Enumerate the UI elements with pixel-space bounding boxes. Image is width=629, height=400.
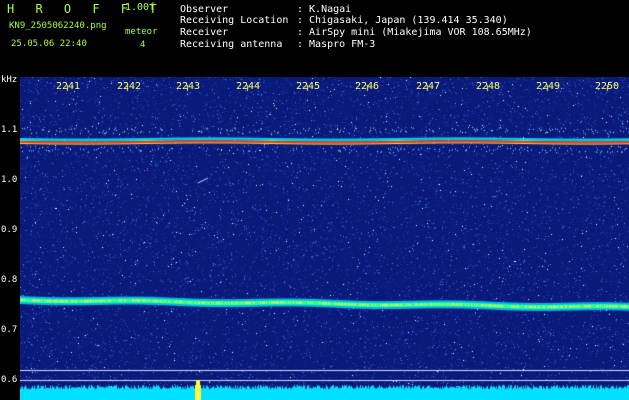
receiver-label: Receiver: [180, 27, 229, 38]
x-tick-label: 2249: [536, 81, 561, 92]
observation-datetime: 25.05.06 22:40: [11, 39, 87, 49]
location-label: Receiving Location: [180, 15, 289, 26]
y-tick-label: 1.0: [1, 175, 18, 185]
y-tick-label: 0.9: [1, 225, 18, 235]
x-tick-label: 2243: [176, 81, 201, 92]
meteor-label: meteor: [125, 27, 158, 37]
y-tick-label: 1.1: [1, 125, 18, 135]
x-tick-label: 2247: [416, 81, 441, 92]
x-tick-label: 2241: [56, 81, 81, 92]
y-axis-unit: kHz: [1, 75, 18, 85]
header-panel: H R O F F T 1.00f KN9_2505062240.png met…: [0, 0, 629, 77]
y-tick-label: 0.6: [1, 375, 18, 385]
file-name: KN9_2505062240.png: [9, 21, 107, 31]
receiver-value: : AirSpy mini (Miakejima VOR 108.65MHz): [297, 27, 532, 38]
spectrogram-canvas: [20, 77, 629, 400]
x-tick-label: 2244: [236, 81, 261, 92]
antenna-value: : Maspro FM-3: [297, 39, 376, 50]
observer-value: : K.Nagai: [297, 4, 352, 15]
y-tick-label: 0.7: [1, 325, 18, 335]
x-tick-label: 2242: [117, 81, 142, 92]
meteor-count: 4: [140, 40, 146, 50]
x-tick-label: 2245: [296, 81, 321, 92]
app-version: 1.00f: [125, 2, 156, 13]
location-value: : Chigasaki, Japan (139.414 35.340): [297, 15, 508, 26]
x-tick-label: 2250: [595, 81, 620, 92]
y-tick-label: 0.8: [1, 275, 18, 285]
antenna-label: Receiving antenna: [180, 39, 283, 50]
observer-label: Observer: [180, 4, 229, 15]
x-tick-label: 2246: [355, 81, 380, 92]
x-tick-label: 2248: [476, 81, 501, 92]
